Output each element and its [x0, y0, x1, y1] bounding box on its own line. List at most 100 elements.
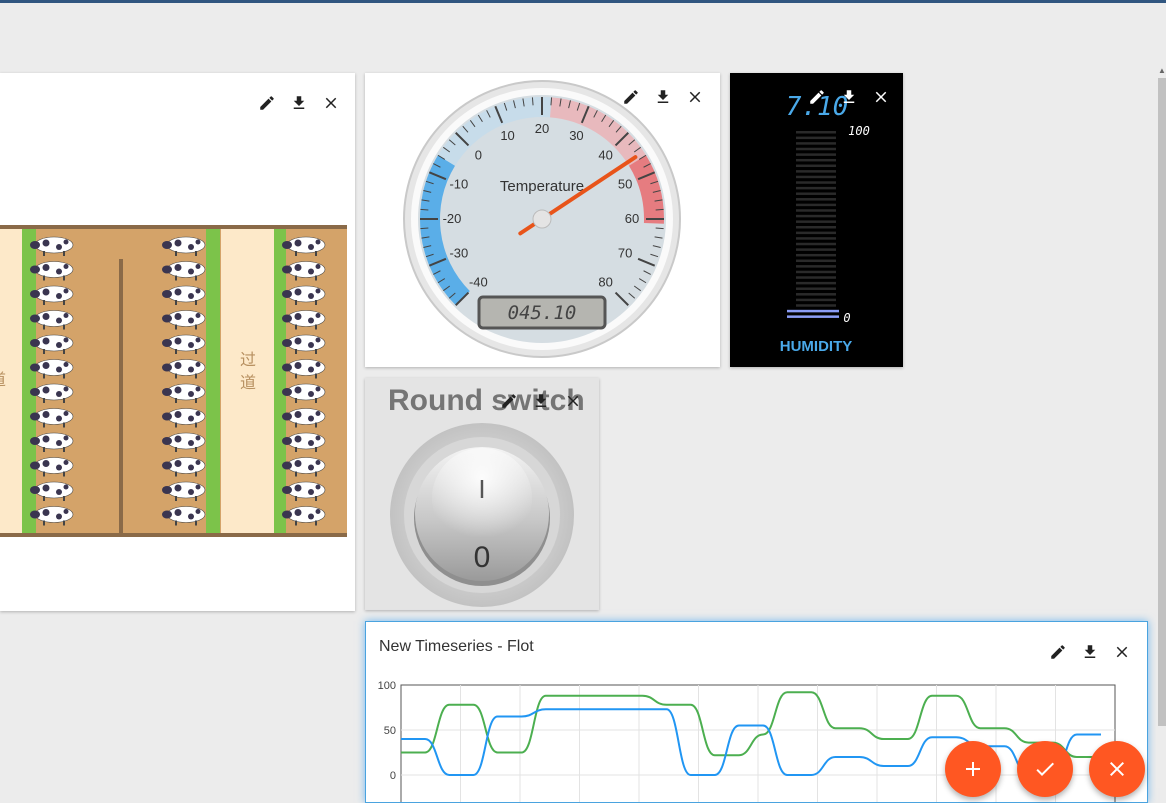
pencil-icon — [810, 90, 824, 104]
gauge-tick-label: -30 — [449, 245, 468, 260]
humidity-bar-segment — [796, 242, 836, 246]
close-icon — [875, 91, 887, 103]
humidity-bar-segment — [796, 153, 836, 156]
edit-widget-button[interactable] — [621, 87, 641, 107]
humidity-bar-segment — [796, 281, 836, 285]
close-icon — [1116, 646, 1128, 658]
humidity-bar-segment — [796, 147, 836, 151]
download-icon — [535, 394, 547, 407]
download-widget-button[interactable] — [1080, 642, 1100, 662]
download-icon — [293, 96, 305, 109]
gauge-tick — [420, 208, 429, 211]
download-widget-button[interactable] — [653, 87, 673, 107]
humidity-label: HUMIDITY — [780, 338, 853, 355]
gauge-tick — [655, 227, 664, 230]
close-widget-button[interactable] — [563, 391, 583, 411]
chart-y-tick-label: 50 — [384, 725, 396, 737]
humidity-bar-segment — [796, 226, 836, 229]
pencil-icon — [260, 96, 274, 110]
humidity-bar-segment — [796, 214, 836, 218]
edit-widget-button[interactable] — [807, 87, 827, 107]
humidity-bar-segment — [796, 231, 836, 235]
humidity-bar-segment — [796, 253, 836, 257]
edit-widget-button[interactable] — [499, 391, 519, 411]
humidity-bar-segment — [796, 209, 836, 212]
humidity-bar-segment — [796, 276, 836, 279]
humidity-bar-segment — [796, 158, 836, 162]
switch-on-label: I — [478, 474, 485, 504]
page-scrollbar-thumb[interactable] — [1158, 78, 1166, 726]
gauge-tick-label: -40 — [469, 275, 488, 290]
humidity-bar-segment — [796, 198, 836, 201]
top-app-bar — [0, 0, 1166, 3]
aisle-label-left: 道 — [0, 370, 6, 389]
gauge-tick-label: 50 — [618, 177, 632, 192]
humidity-bar-segment — [796, 298, 836, 302]
close-widget-button[interactable] — [871, 87, 891, 107]
gauge-tick — [655, 208, 664, 211]
edit-widget-button[interactable] — [1048, 642, 1068, 662]
humidity-bar-segment — [787, 309, 839, 313]
plus-icon — [966, 762, 980, 776]
humidity-max-label: 100 — [848, 124, 870, 138]
humidity-bar-segment — [796, 164, 836, 168]
gauge-tick-label: 10 — [500, 128, 514, 143]
round-switch-knob[interactable]: I 0 — [365, 378, 599, 610]
chart-y-tick-label: 0 — [390, 770, 396, 782]
humidity-bar-segment — [796, 220, 836, 223]
pencil-icon — [1051, 645, 1065, 659]
pencil-icon — [624, 90, 638, 104]
humidity-bar-segment — [796, 287, 836, 290]
humidity-widget: 7.10 100 0 HUMIDITY — [730, 73, 903, 367]
close-icon — [1110, 762, 1124, 776]
close-icon — [567, 395, 579, 407]
scroll-up-arrow[interactable]: ▲ — [1158, 66, 1166, 75]
humidity-bar-segment — [796, 170, 836, 173]
humidity-bar-segment — [796, 304, 836, 307]
humidity-bar-segment — [796, 259, 836, 263]
radial-gauge: -40-30 -20 -10 0 10 20 30 40 50 60 70 80 Temperatur… — [403, 80, 681, 358]
aisle-label-char-1: 过 — [240, 350, 256, 369]
download-icon — [1084, 645, 1096, 658]
gauge-tick-label: 0 — [475, 147, 482, 162]
add-widget-button[interactable] — [945, 741, 1001, 797]
download-icon — [657, 90, 669, 103]
close-widget-button[interactable] — [321, 93, 341, 113]
apply-changes-button[interactable] — [1017, 741, 1073, 797]
gauge-title: Temperature — [500, 178, 584, 195]
humidity-bar-segment — [796, 293, 836, 296]
barn-floor-plan: 过 道 道 — [0, 225, 347, 537]
close-widget-button[interactable] — [685, 87, 705, 107]
download-widget-button[interactable] — [289, 93, 309, 113]
gauge-tick-label: 80 — [598, 275, 612, 290]
humidity-bar-segment — [796, 192, 836, 195]
gauge-tick — [531, 97, 534, 106]
check-icon — [1036, 762, 1054, 776]
farm-layout-widget: 过 道 道 — [0, 73, 355, 611]
humidity-bar-segment — [796, 142, 836, 145]
humidity-min-label: 0 — [843, 311, 850, 325]
humidity-bar-gauge: 7.10 100 0 HUMIDITY — [780, 92, 870, 355]
chart-y-tick-label: 100 — [378, 680, 396, 692]
edit-widget-button[interactable] — [257, 93, 277, 113]
gauge-tick — [420, 227, 429, 230]
humidity-bar-segment — [796, 270, 836, 274]
cancel-changes-button[interactable] — [1089, 741, 1145, 797]
round-switch-widget: Round switch I 0 — [365, 378, 599, 610]
gauge-tick-label: 20 — [535, 121, 549, 136]
humidity-bar-segment — [796, 237, 836, 240]
close-icon — [325, 97, 337, 109]
download-widget-button[interactable] — [531, 391, 551, 411]
gauge-tick-label: 60 — [625, 211, 639, 226]
humidity-bar-segment — [796, 136, 836, 140]
humidity-bar-segment — [796, 248, 836, 251]
humidity-bar-segment — [796, 131, 836, 134]
gauge-tick-label: 70 — [618, 245, 632, 260]
close-widget-button[interactable] — [1112, 642, 1132, 662]
download-widget-button[interactable] — [839, 87, 859, 107]
gauge-value-display: 045.10 — [508, 302, 577, 324]
gauge-tick — [550, 97, 553, 106]
gauge-tick-label: 30 — [569, 128, 583, 143]
gauge-hub — [532, 209, 552, 229]
download-icon — [843, 90, 855, 103]
